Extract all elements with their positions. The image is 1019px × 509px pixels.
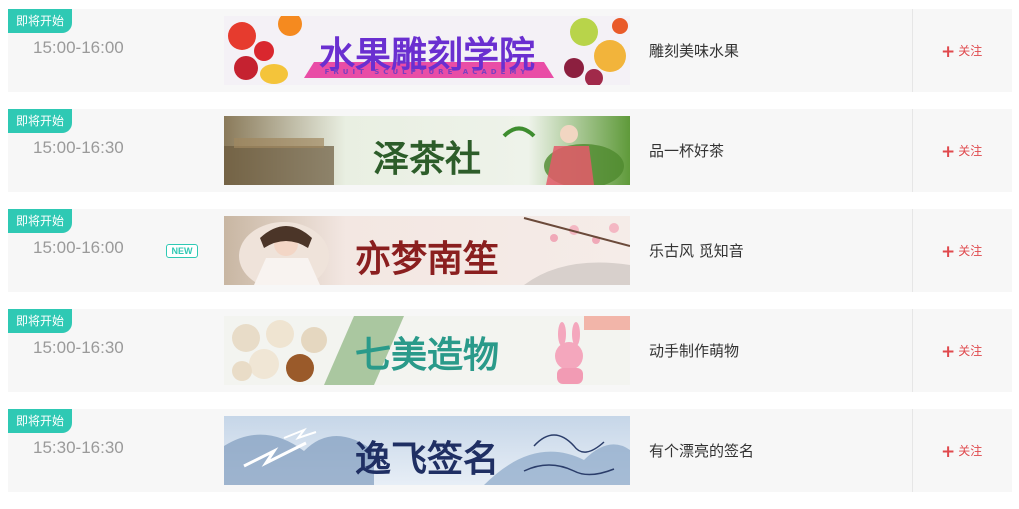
follow-button[interactable]: + 关注	[941, 142, 982, 162]
time-range: 15:30-16:30	[33, 438, 124, 457]
follow-button[interactable]: + 关注	[941, 242, 982, 262]
event-banner[interactable]: 水果雕刻学院 FRUIT SCULPTURE ACADEMY	[224, 16, 630, 85]
time-range: 15:00-16:30	[33, 338, 124, 357]
banner-title: 逸飞签名	[354, 438, 499, 480]
event-banner[interactable]: 泽茶社	[224, 116, 630, 185]
event-description: 乐古风 觅知音	[649, 242, 744, 260]
divider	[912, 409, 913, 492]
follow-button[interactable]: + 关注	[941, 342, 982, 362]
event-banner[interactable]: 亦梦南笙	[224, 216, 630, 285]
divider	[912, 309, 913, 392]
new-badge: NEW	[166, 244, 198, 258]
follow-label: 关注	[958, 444, 983, 458]
divider	[912, 109, 913, 192]
divider	[912, 209, 913, 292]
follow-label: 关注	[958, 144, 983, 158]
event-banner[interactable]: 七美造物	[224, 316, 630, 385]
plus-icon: +	[941, 442, 956, 462]
time-range: 15:00-16:00	[33, 38, 124, 57]
event-description: 动手制作萌物	[649, 342, 740, 360]
time-range: 15:00-16:30	[33, 138, 124, 157]
banner-title: 亦梦南笙	[354, 238, 499, 280]
follow-button[interactable]: + 关注	[941, 42, 982, 62]
banner-subtitle: FRUIT SCULPTURE ACADEMY	[324, 68, 530, 76]
event-banner[interactable]: 逸飞签名	[224, 416, 630, 485]
time-range: 15:00-16:00	[33, 238, 124, 257]
plus-icon: +	[941, 42, 956, 62]
status-badge: 即将开始	[8, 409, 73, 433]
banner-title: 七美造物	[354, 334, 499, 376]
status-badge: 即将开始	[8, 109, 73, 133]
follow-label: 关注	[958, 344, 983, 358]
banner-title: 泽茶社	[372, 138, 481, 180]
follow-button[interactable]: + 关注	[941, 442, 982, 462]
list-item: 即将开始 15:30-16:30 逸飞签名 有个漂亮的签名 + 关注	[8, 409, 1012, 492]
divider	[912, 9, 913, 92]
list-item: 即将开始 15:00-16:00 水果雕刻学院 FRUIT SCULPTURE …	[8, 9, 1012, 92]
status-badge: 即将开始	[8, 209, 73, 233]
status-badge: 即将开始	[8, 309, 73, 333]
plus-icon: +	[941, 342, 956, 362]
event-list: 即将开始 15:00-16:00 水果雕刻学院 FRUIT SCULPTURE …	[8, 9, 1012, 509]
event-description: 有个漂亮的签名	[649, 442, 755, 460]
follow-label: 关注	[958, 244, 983, 258]
event-description: 品一杯好茶	[649, 142, 725, 160]
plus-icon: +	[941, 142, 956, 162]
plus-icon: +	[941, 242, 956, 262]
list-item: 即将开始 15:00-16:30 七美造物 动手制作萌物 + 关注	[8, 309, 1012, 392]
list-item: 即将开始 15:00-16:30 泽茶社 品一杯好茶 + 关注	[8, 109, 1012, 192]
list-item: 即将开始 15:00-16:00 NEW 亦梦南笙 乐古风 觅知音 + 关注	[8, 209, 1012, 292]
follow-label: 关注	[958, 44, 983, 58]
event-description: 雕刻美味水果	[649, 42, 740, 60]
status-badge: 即将开始	[8, 9, 73, 33]
